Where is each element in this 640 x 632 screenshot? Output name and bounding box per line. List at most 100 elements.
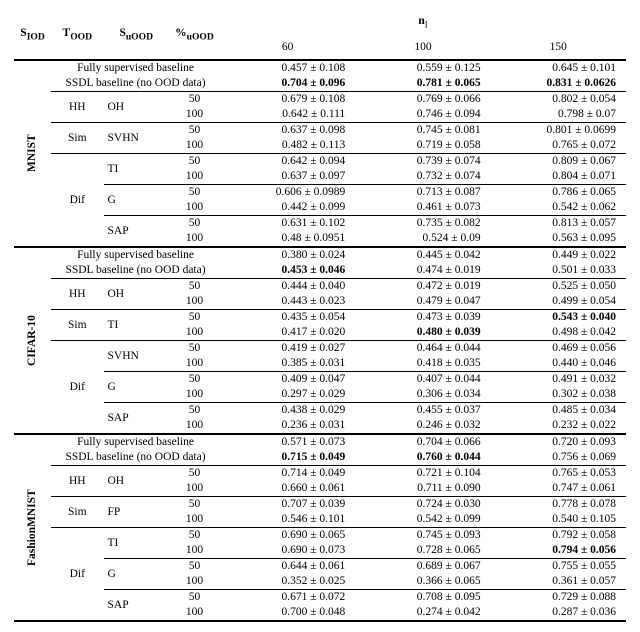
table-cell: 0.690 ± 0.073	[220, 543, 355, 559]
table-cell: 0.713 ± 0.087	[355, 185, 490, 201]
table-cell: 50	[169, 123, 220, 139]
table-cell: 0.501 ± 0.033	[491, 263, 626, 279]
suood-label: G	[104, 185, 169, 216]
table-cell: 0.418 ± 0.035	[355, 356, 490, 372]
table-cell: 0.802 ± 0.054	[491, 92, 626, 108]
table-cell: 0.778 ± 0.078	[491, 497, 626, 513]
table-cell: 0.704 ± 0.096	[220, 76, 355, 92]
table-cell: 0.765 ± 0.072	[491, 138, 626, 154]
table-cell: 0.786 ± 0.065	[491, 185, 626, 201]
table-cell: 0.449 ± 0.022	[491, 247, 626, 263]
table-cell: 0.559 ± 0.125	[355, 60, 490, 76]
table-cell: 50	[169, 92, 220, 108]
table-cell: 0.366 ± 0.065	[355, 574, 490, 590]
table-cell: 0.442 ± 0.099	[220, 200, 355, 216]
tood-label: Sim	[51, 310, 103, 341]
table-cell: 0.755 ± 0.055	[491, 559, 626, 575]
table-cell: 0.485 ± 0.034	[491, 403, 626, 419]
table-cell: 0.232 ± 0.022	[491, 418, 626, 434]
table-cell: 0.728 ± 0.065	[355, 543, 490, 559]
table-cell: 0.361 ± 0.057	[491, 574, 626, 590]
table-cell: 0.457 ± 0.108	[220, 60, 355, 76]
table-cell: 0.637 ± 0.098	[220, 123, 355, 139]
table-cell: 0.794 ± 0.056	[491, 543, 626, 559]
table-cell: 0.760 ± 0.044	[355, 450, 490, 466]
table-cell: 100	[169, 138, 220, 154]
table-cell: 0.524 ± 0.09	[355, 231, 490, 247]
table-cell: 50	[169, 497, 220, 513]
table-cell: 0.445 ± 0.042	[355, 247, 490, 263]
table-cell: 100	[169, 418, 220, 434]
table-cell: 0.831 ± 0.0626	[491, 76, 626, 92]
table-cell: 0.745 ± 0.093	[355, 528, 490, 544]
table-cell: 0.302 ± 0.038	[491, 387, 626, 403]
table-cell: 0.473 ± 0.039	[355, 310, 490, 326]
table-body: MNISTFully supervised baseline 0.457 ± 0.…	[14, 60, 626, 622]
suood-label: FP	[104, 497, 169, 528]
table-cell: 0.746 ± 0.094	[355, 107, 490, 123]
hdr-suood: SuOOD	[104, 10, 169, 60]
table-cell: 0.306 ± 0.034	[355, 387, 490, 403]
table-cell: 0.453 ± 0.046	[220, 263, 355, 279]
table-cell: 100	[169, 543, 220, 559]
table-cell: 50	[169, 528, 220, 544]
table-cell: 50	[169, 216, 220, 232]
table-cell: 0.571 ± 0.073	[220, 434, 355, 450]
table-cell: 0.606 ± 0.0989	[220, 185, 355, 201]
table-cell: 0.525 ± 0.050	[491, 279, 626, 295]
table-cell: 0.380 ± 0.024	[220, 247, 355, 263]
table-cell: 0.720 ± 0.093	[491, 434, 626, 450]
table-cell: 100	[169, 325, 220, 341]
table-cell: 0.809 ± 0.067	[491, 154, 626, 170]
table-cell: 0.671 ± 0.072	[220, 590, 355, 606]
table-cell: 0.352 ± 0.025	[220, 574, 355, 590]
table-cell: 0.756 ± 0.069	[491, 450, 626, 466]
table-cell: 50	[169, 403, 220, 419]
table-cell: 0.440 ± 0.046	[491, 356, 626, 372]
table-cell: 0.491 ± 0.032	[491, 372, 626, 388]
table-cell: 50	[169, 154, 220, 170]
table-cell: 0.482 ± 0.113	[220, 138, 355, 154]
hdr-n100: 100	[355, 36, 490, 60]
suood-label: OH	[104, 92, 169, 123]
tood-label: HH	[51, 92, 103, 123]
table-cell: 0.464 ± 0.044	[355, 341, 490, 357]
hdr-pctuood: %uOOD	[169, 10, 220, 60]
tood-label: HH	[51, 279, 103, 310]
table-cell: 0.444 ± 0.040	[220, 279, 355, 295]
table-cell: 0.769 ± 0.066	[355, 92, 490, 108]
tood-label: HH	[51, 466, 103, 497]
table-cell: 0.765 ± 0.053	[491, 466, 626, 482]
table-cell: 0.287 ± 0.036	[491, 605, 626, 621]
table-cell: 0.542 ± 0.062	[491, 200, 626, 216]
table-cell: 0.236 ± 0.031	[220, 418, 355, 434]
table-cell: 50	[169, 310, 220, 326]
suood-label: G	[104, 372, 169, 403]
suood-label: SVHN	[104, 123, 169, 154]
table-cell: 0.455 ± 0.037	[355, 403, 490, 419]
table-cell: 0.563 ± 0.095	[491, 231, 626, 247]
tood-label: Sim	[51, 497, 103, 528]
table-cell: 0.719 ± 0.058	[355, 138, 490, 154]
suood-label: OH	[104, 279, 169, 310]
table-cell: 0.543 ± 0.040	[491, 310, 626, 326]
table-cell: 0.472 ± 0.019	[355, 279, 490, 295]
table-cell: 0.474 ± 0.019	[355, 263, 490, 279]
table-cell: 0.546 ± 0.101	[220, 512, 355, 528]
table-cell: 0.792 ± 0.058	[491, 528, 626, 544]
table-cell: 50	[169, 372, 220, 388]
table-cell: 0.499 ± 0.054	[491, 294, 626, 310]
table-cell: 100	[169, 200, 220, 216]
hdr-nl: nl	[220, 10, 626, 36]
table-cell: 0.813 ± 0.057	[491, 216, 626, 232]
table-cell: 50	[169, 279, 220, 295]
table-cell: 0.479 ± 0.047	[355, 294, 490, 310]
table-cell: 50	[169, 590, 220, 606]
table-cell: 0.540 ± 0.105	[491, 512, 626, 528]
table-cell: 0.679 ± 0.108	[220, 92, 355, 108]
table-cell: 0.645 ± 0.101	[491, 60, 626, 76]
dataset-label: MNIST	[14, 60, 51, 247]
table-cell: 50	[169, 341, 220, 357]
baseline-label: Fully supervised baseline	[51, 247, 220, 263]
tood-label: Sim	[51, 123, 103, 154]
